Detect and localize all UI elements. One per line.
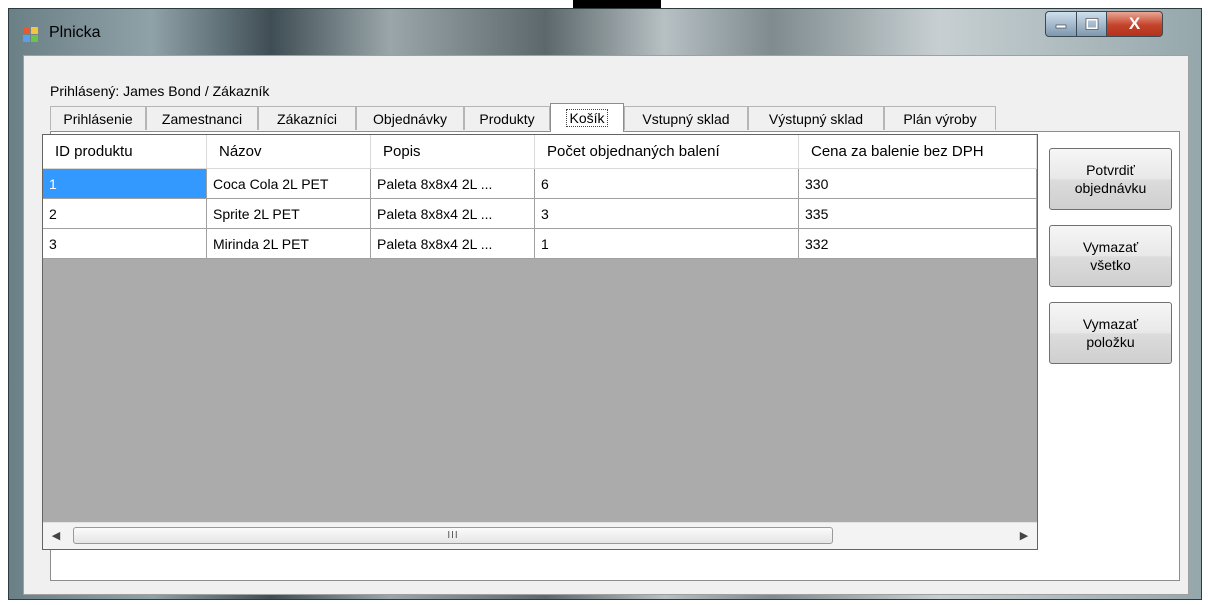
tab-kosik[interactable]: Košík — [550, 103, 624, 132]
column-header[interactable]: Cena za balenie bez DPH — [799, 135, 1037, 169]
app-grid-icon — [23, 27, 39, 43]
scroll-right-icon[interactable]: ▶ — [1013, 525, 1035, 545]
table-cell[interactable]: 332 — [799, 229, 1037, 259]
column-header[interactable]: ID produktu — [43, 135, 207, 169]
table-cell[interactable]: Paleta 8x8x4 2L ... — [371, 199, 535, 229]
table-cell[interactable]: Paleta 8x8x4 2L ... — [371, 229, 535, 259]
scrollbar-thumb[interactable]: III — [73, 527, 833, 544]
table-cell[interactable]: 330 — [799, 169, 1037, 199]
table-cell[interactable]: Coca Cola 2L PET — [207, 169, 371, 199]
table-cell[interactable]: Mirinda 2L PET — [207, 229, 371, 259]
button-label-line: objednávku — [1074, 180, 1147, 196]
table-cell[interactable]: 3 — [535, 199, 799, 229]
tab-produkty[interactable]: Produkty — [464, 106, 550, 130]
tab-label: Produkty — [479, 110, 535, 127]
clear-all-button[interactable]: Vymazať všetko — [1049, 225, 1172, 287]
title-bar[interactable]: Plnicka X — [9, 9, 1201, 56]
tab-zamestnanci[interactable]: Zamestnanci — [146, 106, 258, 130]
tab-vstupny-sklad[interactable]: Vstupný sklad — [624, 106, 748, 130]
table-cell[interactable]: 1 — [43, 169, 207, 199]
confirm-order-button[interactable]: Potvrdiť objednávku — [1049, 148, 1172, 210]
button-label-line: položku — [1086, 334, 1135, 350]
tab-vystupny-sklad[interactable]: Výstupný sklad — [748, 106, 884, 130]
button-label-line: Potvrdiť — [1086, 162, 1135, 178]
table-cell[interactable]: 1 — [535, 229, 799, 259]
minimize-icon — [1055, 24, 1067, 29]
logged-in-label: Prihlásený: James Bond / Zákazník — [50, 83, 270, 99]
column-header[interactable]: Názov — [207, 135, 371, 169]
minimize-button[interactable] — [1045, 11, 1077, 37]
button-label-line: Vymazať — [1082, 316, 1139, 332]
table-cell[interactable]: Sprite 2L PET — [207, 199, 371, 229]
button-label-line: všetko — [1090, 257, 1131, 273]
tab-label: Prihlásenie — [63, 110, 133, 127]
tab-objednavky[interactable]: Objednávky — [356, 106, 464, 130]
table-cell[interactable]: 2 — [43, 199, 207, 229]
tab-label: Výstupný sklad — [768, 110, 864, 127]
tab-label: Košík — [566, 109, 608, 127]
close-button[interactable]: X — [1106, 11, 1163, 37]
table-cell[interactable]: 335 — [799, 199, 1037, 229]
tab-prihlasenie[interactable]: Prihlásenie — [50, 106, 146, 130]
tab-label: Zamestnanci — [161, 110, 243, 127]
tab-label: Plán výroby — [903, 110, 977, 127]
tab-label: Zákazníci — [277, 110, 337, 127]
tab-plan-vyroby[interactable]: Plán výroby — [884, 106, 996, 130]
tab-zakaznici[interactable]: Zákazníci — [258, 106, 356, 130]
delete-item-button[interactable]: Vymazať položku — [1049, 302, 1172, 364]
maximize-button[interactable] — [1076, 11, 1107, 37]
window-title: Plnicka — [49, 24, 101, 41]
grip-icon: III — [447, 530, 459, 541]
table-cell[interactable]: 3 — [43, 229, 207, 259]
table-cell[interactable]: 6 — [535, 169, 799, 199]
maximize-icon — [1085, 18, 1098, 30]
horizontal-scrollbar[interactable]: ◀ III ▶ — [43, 522, 1037, 549]
cart-data-grid[interactable]: ID produktu Názov Popis Počet objednanýc… — [42, 134, 1038, 550]
column-header[interactable]: Počet objednaných balení — [535, 135, 799, 169]
table-cell[interactable]: Paleta 8x8x4 2L ... — [371, 169, 535, 199]
tab-label: Vstupný sklad — [642, 110, 730, 127]
tab-label: Objednávky — [373, 110, 447, 127]
button-label-line: Vymazať — [1082, 239, 1139, 255]
close-icon: X — [1128, 14, 1141, 33]
scroll-left-icon[interactable]: ◀ — [45, 525, 67, 545]
column-header[interactable]: Popis — [371, 135, 535, 169]
